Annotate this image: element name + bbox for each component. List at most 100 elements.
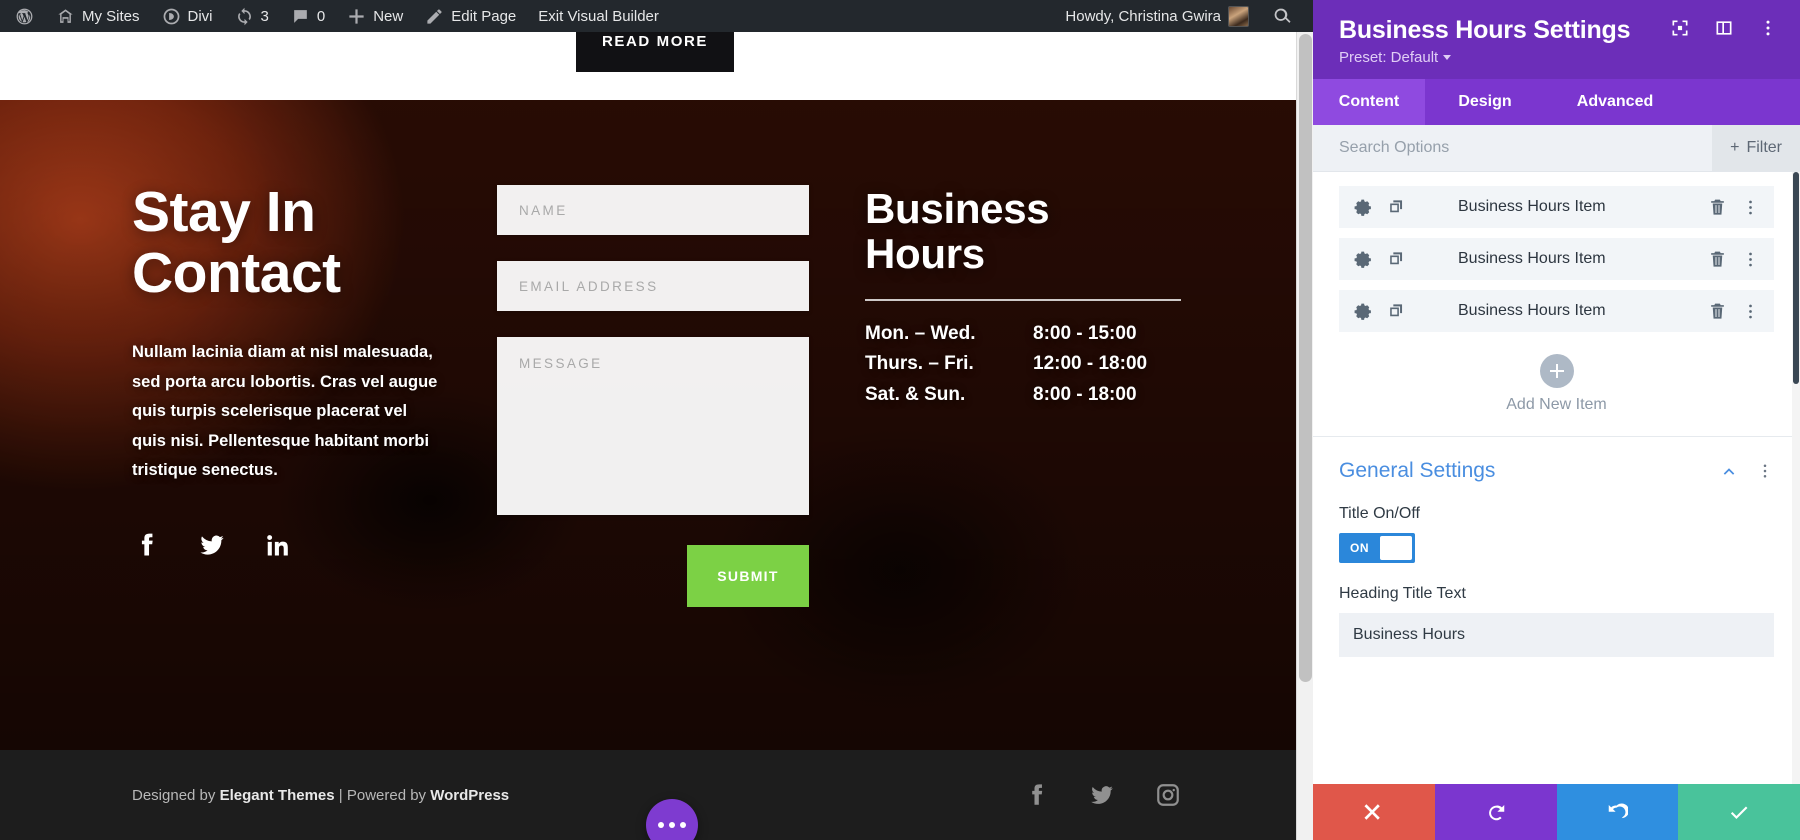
admin-bar-left-group: My Sites Divi 3 0 New Edit Page Exit Vis…	[0, 0, 670, 32]
search-icon[interactable]	[1260, 6, 1305, 27]
footer-brand-wordpress[interactable]: WordPress	[430, 787, 509, 804]
wp-admin-bar: My Sites Divi 3 0 New Edit Page Exit Vis…	[0, 0, 1313, 32]
wp-logo-menu[interactable]	[4, 0, 45, 32]
toggle-knob	[1380, 536, 1412, 560]
modal-header-icons	[1670, 18, 1778, 38]
contact-hero-section: Stay In Contact Nullam lacinia diam at n…	[0, 100, 1313, 750]
admin-bar-item-my-sites[interactable]: My Sites	[45, 0, 151, 32]
cancel-button[interactable]	[1313, 784, 1435, 840]
name-input[interactable]	[497, 185, 809, 235]
tab-advanced[interactable]: Advanced	[1545, 79, 1685, 125]
admin-bar-item-updates[interactable]: 3	[224, 0, 280, 32]
admin-bar-item-comments[interactable]: 0	[280, 0, 336, 32]
kebab-icon[interactable]	[1756, 462, 1774, 480]
linkedin-icon[interactable]	[264, 530, 292, 560]
preset-label: Preset: Default	[1339, 49, 1439, 66]
title-onoff-toggle[interactable]: ON	[1339, 533, 1415, 563]
plus-icon: +	[1730, 139, 1740, 156]
layout-icon[interactable]	[1714, 18, 1734, 38]
kebab-icon[interactable]	[1758, 18, 1778, 38]
toggle-state-label: ON	[1350, 541, 1370, 555]
filter-button[interactable]: + Filter	[1712, 125, 1800, 171]
business-hours-time: 12:00 - 18:00	[1033, 353, 1148, 375]
admin-bar-label: Exit Visual Builder	[538, 7, 659, 25]
email-input[interactable]	[497, 261, 809, 311]
gear-icon[interactable]	[1353, 302, 1372, 321]
instagram-icon[interactable]	[1155, 781, 1181, 809]
page-scrollbar-thumb[interactable]	[1299, 34, 1312, 682]
app-root: My Sites Divi 3 0 New Edit Page Exit Vis…	[0, 0, 1800, 840]
footer-brand-elegant-themes[interactable]: Elegant Themes	[220, 787, 335, 804]
add-new-item-button[interactable]: Add New Item	[1313, 342, 1800, 436]
trash-icon[interactable]	[1708, 302, 1727, 321]
duplicate-icon[interactable]	[1387, 250, 1406, 269]
preset-selector[interactable]: Preset: Default	[1339, 49, 1452, 66]
contact-form-column: SUBMIT	[497, 100, 809, 607]
admin-bar-item-new[interactable]: New	[336, 0, 414, 32]
admin-bar-label: New	[373, 7, 404, 25]
hero-text-column: Stay In Contact Nullam lacinia diam at n…	[132, 100, 465, 560]
admin-bar-label: Edit Page	[451, 7, 517, 25]
business-hours-day: Thurs. – Fri.	[865, 353, 974, 375]
footer-credit-middle: | Powered by	[334, 786, 431, 804]
admin-bar-item-exit-visual-builder[interactable]: Exit Visual Builder	[527, 0, 670, 32]
chevron-up-icon[interactable]	[1720, 462, 1738, 480]
list-item-actions	[1708, 250, 1760, 269]
kebab-icon[interactable]	[1741, 302, 1760, 321]
gear-icon[interactable]	[1353, 250, 1372, 269]
duplicate-icon[interactable]	[1387, 302, 1406, 321]
facebook-icon[interactable]	[1023, 781, 1049, 809]
trash-icon[interactable]	[1708, 250, 1727, 269]
hero-columns: Stay In Contact Nullam lacinia diam at n…	[0, 100, 1313, 750]
facebook-icon[interactable]	[132, 530, 160, 560]
hero-social-links	[132, 530, 465, 560]
twitter-icon[interactable]	[198, 530, 226, 560]
add-new-item-label: Add New Item	[1506, 396, 1607, 413]
list-item[interactable]: Business Hours Item	[1339, 290, 1774, 332]
modal-body: Business Hours Item Business Hours Item …	[1313, 172, 1800, 784]
page-title: Stay In Contact	[132, 180, 341, 305]
heading-title-text-label: Heading Title Text	[1339, 585, 1466, 602]
undo-icon	[1485, 801, 1507, 823]
business-hours-row: Sat. & Sun. 8:00 - 18:00	[865, 380, 1181, 411]
redo-icon	[1606, 801, 1629, 823]
kebab-icon[interactable]	[1741, 198, 1760, 217]
footer-credit-prefix: Designed by	[132, 786, 220, 804]
divi-icon	[162, 7, 181, 26]
modal-tabs: Content Design Advanced	[1313, 79, 1800, 125]
close-icon	[1363, 801, 1385, 823]
business-hours-module[interactable]: Business Hours Mon. – Wed. 8:00 - 15:00 …	[865, 100, 1181, 411]
howdy-label: Howdy, Christina Gwira	[1065, 7, 1221, 25]
panel-scrollbar[interactable]	[1792, 172, 1800, 784]
account-menu[interactable]: Howdy, Christina Gwira	[1054, 0, 1260, 32]
heading-title-text-input[interactable]	[1339, 613, 1774, 657]
trash-icon[interactable]	[1708, 198, 1727, 217]
footer-social-links	[1023, 781, 1181, 809]
ellipsis-icon	[669, 822, 675, 828]
kebab-icon[interactable]	[1741, 250, 1760, 269]
page-scrollbar[interactable]	[1296, 32, 1313, 840]
list-item[interactable]: Business Hours Item	[1339, 186, 1774, 228]
search-options-input[interactable]	[1313, 125, 1713, 171]
undo-button[interactable]	[1434, 784, 1557, 840]
message-textarea[interactable]	[497, 337, 809, 515]
tab-content[interactable]: Content	[1313, 79, 1425, 125]
duplicate-icon[interactable]	[1387, 198, 1406, 217]
gear-icon[interactable]	[1353, 198, 1372, 217]
list-item-label: Business Hours Item	[1458, 302, 1606, 319]
divider	[865, 298, 1181, 301]
save-button[interactable]	[1678, 784, 1800, 840]
list-item[interactable]: Business Hours Item	[1339, 238, 1774, 280]
hero-paragraph: Nullam lacinia diam at nisl malesuada, s…	[132, 342, 438, 480]
twitter-icon[interactable]	[1089, 781, 1115, 809]
focus-icon[interactable]	[1670, 18, 1690, 38]
admin-bar-item-divi[interactable]: Divi	[151, 0, 224, 32]
panel-scrollbar-thumb[interactable]	[1793, 172, 1799, 384]
redo-button[interactable]	[1556, 784, 1679, 840]
business-hours-title: Business Hours	[865, 185, 1050, 278]
admin-bar-label: 3	[260, 7, 269, 25]
submit-button[interactable]: SUBMIT	[687, 545, 809, 607]
admin-bar-item-edit-page[interactable]: Edit Page	[414, 0, 527, 32]
tab-design[interactable]: Design	[1425, 79, 1545, 125]
business-hours-row: Thurs. – Fri. 12:00 - 18:00	[865, 349, 1181, 380]
